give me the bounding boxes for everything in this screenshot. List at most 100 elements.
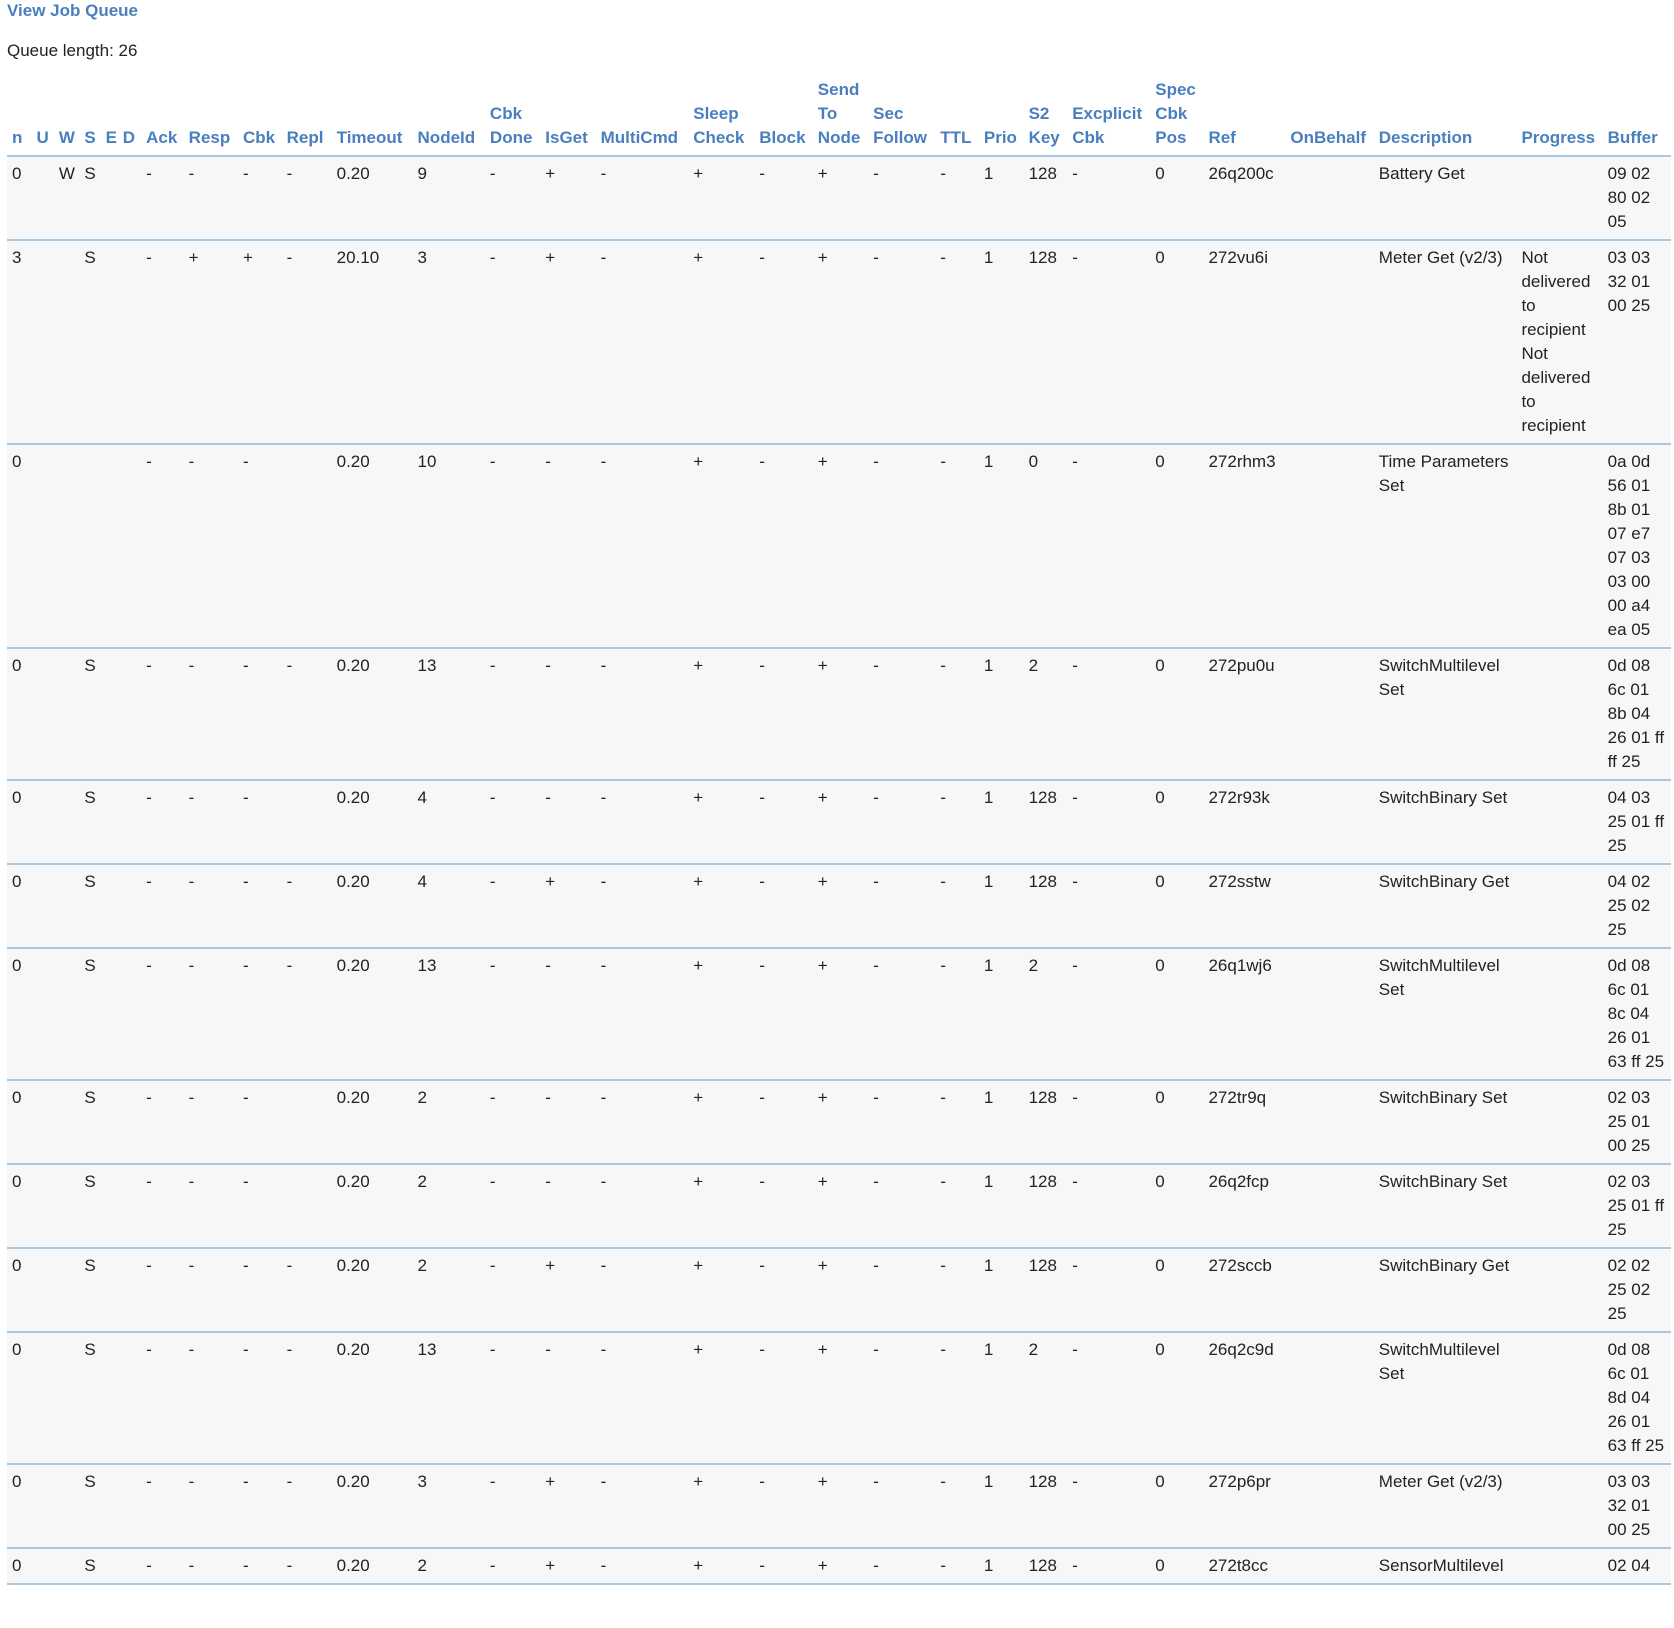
table-cell: - (141, 240, 184, 445)
table-cell (1516, 648, 1603, 781)
table-cell: SwitchBinary Set (1373, 780, 1517, 865)
table-row: 0 S - - -0.20 2- - - + - + - -1 128-0 26q2fcp SwitchBin… (7, 1164, 1671, 1249)
table-cell: 02 03 25 01 ff 25 (1602, 1164, 1671, 1249)
table-cell: - (935, 1332, 979, 1465)
table-cell: - (868, 1332, 936, 1465)
table-cell: - (1067, 1080, 1151, 1165)
page-title[interactable]: View Job Queue (7, 1, 138, 21)
table-cell: - (935, 864, 979, 949)
table-cell: - (868, 240, 936, 445)
column-header: Cbk Done (484, 78, 541, 157)
table-cell: - (141, 1332, 184, 1465)
table-cell (100, 1464, 118, 1549)
column-header: NodeId (412, 78, 485, 157)
column-header: S (79, 78, 101, 157)
table-cell: + (540, 240, 596, 445)
table-cell: - (754, 648, 813, 781)
table-cell: + (688, 1464, 755, 1549)
column-header: Cbk (237, 78, 282, 157)
table-cell: 0 (1150, 1164, 1204, 1249)
table-cell: - (540, 1332, 596, 1465)
table-cell (100, 1548, 118, 1585)
table-cell: 10 (412, 444, 485, 649)
table-cell (1285, 780, 1374, 865)
table-cell (1516, 444, 1603, 649)
table-cell (117, 1464, 142, 1549)
table-cell: - (183, 948, 238, 1081)
table-cell: - (281, 1248, 332, 1333)
table-cell: + (688, 240, 755, 445)
table-cell: SwitchBinary Get (1373, 864, 1517, 949)
column-header: E (100, 78, 118, 157)
table-row: 0 S - - -0.20 4- - - + - + - -1 128-0 272r93k SwitchBin… (7, 780, 1671, 865)
table-cell: S (79, 1464, 101, 1549)
table-cell: 0 (1150, 444, 1204, 649)
table-cell: - (183, 1080, 238, 1165)
column-header: Excplicit Cbk (1067, 78, 1151, 157)
table-cell (1285, 1164, 1374, 1249)
table-cell: S (79, 240, 101, 445)
table-cell: 1 (978, 240, 1024, 445)
table-cell: 0.20 (331, 948, 413, 1081)
table-cell: 272t8cc (1203, 1548, 1286, 1585)
table-cell: - (484, 156, 541, 241)
table-cell: - (868, 1164, 936, 1249)
table-cell: - (595, 240, 689, 445)
table-cell: - (237, 1248, 282, 1333)
table-cell: 0 (7, 1332, 32, 1465)
table-cell: - (484, 864, 541, 949)
table-cell: - (1067, 240, 1151, 445)
table-cell: 02 04 (1602, 1548, 1671, 1585)
table-cell: 272tr9q (1203, 1080, 1286, 1165)
table-cell: - (935, 1548, 979, 1585)
table-cell: 26q200c (1203, 156, 1286, 241)
table-cell: - (183, 780, 238, 865)
table-cell: - (484, 1080, 541, 1165)
table-cell: - (540, 1164, 596, 1249)
table-cell: 3 (412, 1464, 485, 1549)
table-cell (1516, 1464, 1603, 1549)
table-cell: 128 (1023, 156, 1068, 241)
table-row: 0- - -0.20 10- - - + - + - -1 0-0 272rhm3 Time Parame… (7, 444, 1671, 649)
table-cell: - (484, 648, 541, 781)
table-cell (100, 948, 118, 1081)
table-cell (1516, 1164, 1603, 1249)
table-cell: 272sstw (1203, 864, 1286, 949)
table-cell: - (1067, 1332, 1151, 1465)
table-cell (79, 444, 101, 649)
column-header: S2 Key (1023, 78, 1068, 157)
table-cell: SwitchBinary Get (1373, 1248, 1517, 1333)
table-cell: 2 (412, 1248, 485, 1333)
table-cell: - (595, 1080, 689, 1165)
table-cell (31, 444, 54, 649)
table-cell: - (183, 1248, 238, 1333)
table-cell: S (79, 1248, 101, 1333)
column-header: D (117, 78, 142, 157)
table-cell: 128 (1023, 240, 1068, 445)
table-cell: 2 (1023, 1332, 1068, 1465)
table-cell: - (754, 780, 813, 865)
table-cell: - (935, 1164, 979, 1249)
table-cell: 0 (7, 1248, 32, 1333)
table-row: 3 S - + + -20.10 3- + - + - + - -1 128-0 272vu6i Meter G… (7, 240, 1671, 445)
table-cell: 1 (978, 648, 1024, 781)
table-cell (1285, 1332, 1374, 1465)
table-cell: S (79, 648, 101, 781)
table-cell: + (812, 1248, 869, 1333)
table-cell: + (812, 444, 869, 649)
header-row: n U W S E D Ack Resp Cbk Repl Timeout NodeId Cbk Don… (7, 78, 1671, 157)
table-cell: - (1067, 780, 1151, 865)
column-header: Ack (141, 78, 184, 157)
table-cell: + (812, 156, 869, 241)
table-cell: + (688, 1548, 755, 1585)
table-cell: SwitchMultilevel Set (1373, 948, 1517, 1081)
table-cell: - (484, 780, 541, 865)
table-cell: + (540, 1548, 596, 1585)
table-cell: - (935, 1080, 979, 1165)
table-cell: + (812, 948, 869, 1081)
table-cell: - (754, 1548, 813, 1585)
table-cell (100, 1332, 118, 1465)
table-cell (1516, 780, 1603, 865)
table-cell: - (237, 780, 282, 865)
table-cell: - (141, 1164, 184, 1249)
